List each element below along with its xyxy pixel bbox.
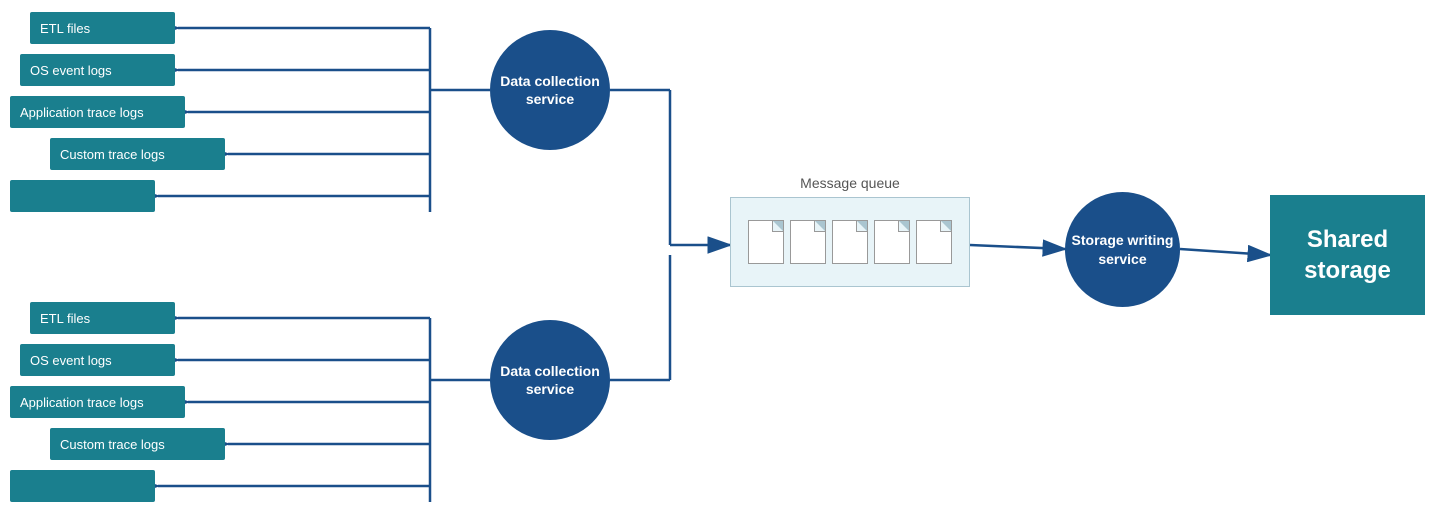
bot-data-collection-circle: Data collection service <box>490 320 610 440</box>
diagram-container: ETL files OS event logs Application trac… <box>0 0 1435 516</box>
bot-etl-box: ETL files <box>30 302 175 334</box>
bot-app-box: Application trace logs <box>10 386 185 418</box>
queue-doc-1 <box>748 220 784 264</box>
bot-extra-box <box>10 470 155 502</box>
message-queue-label: Message queue <box>730 175 970 191</box>
top-custom-box: Custom trace logs <box>50 138 225 170</box>
queue-doc-4 <box>874 220 910 264</box>
top-extra-box <box>10 180 155 212</box>
queue-doc-3 <box>832 220 868 264</box>
storage-writing-circle: Storage writing service <box>1065 192 1180 307</box>
queue-doc-5 <box>916 220 952 264</box>
top-data-collection-circle: Data collection service <box>490 30 610 150</box>
message-queue-box <box>730 197 970 287</box>
shared-storage-box: Shared storage <box>1270 195 1425 315</box>
bot-custom-box: Custom trace logs <box>50 428 225 460</box>
top-app-box: Application trace logs <box>10 96 185 128</box>
top-os-box: OS event logs <box>20 54 175 86</box>
message-queue-container: Message queue <box>730 175 970 295</box>
queue-doc-2 <box>790 220 826 264</box>
top-etl-box: ETL files <box>30 12 175 44</box>
bot-os-box: OS event logs <box>20 344 175 376</box>
